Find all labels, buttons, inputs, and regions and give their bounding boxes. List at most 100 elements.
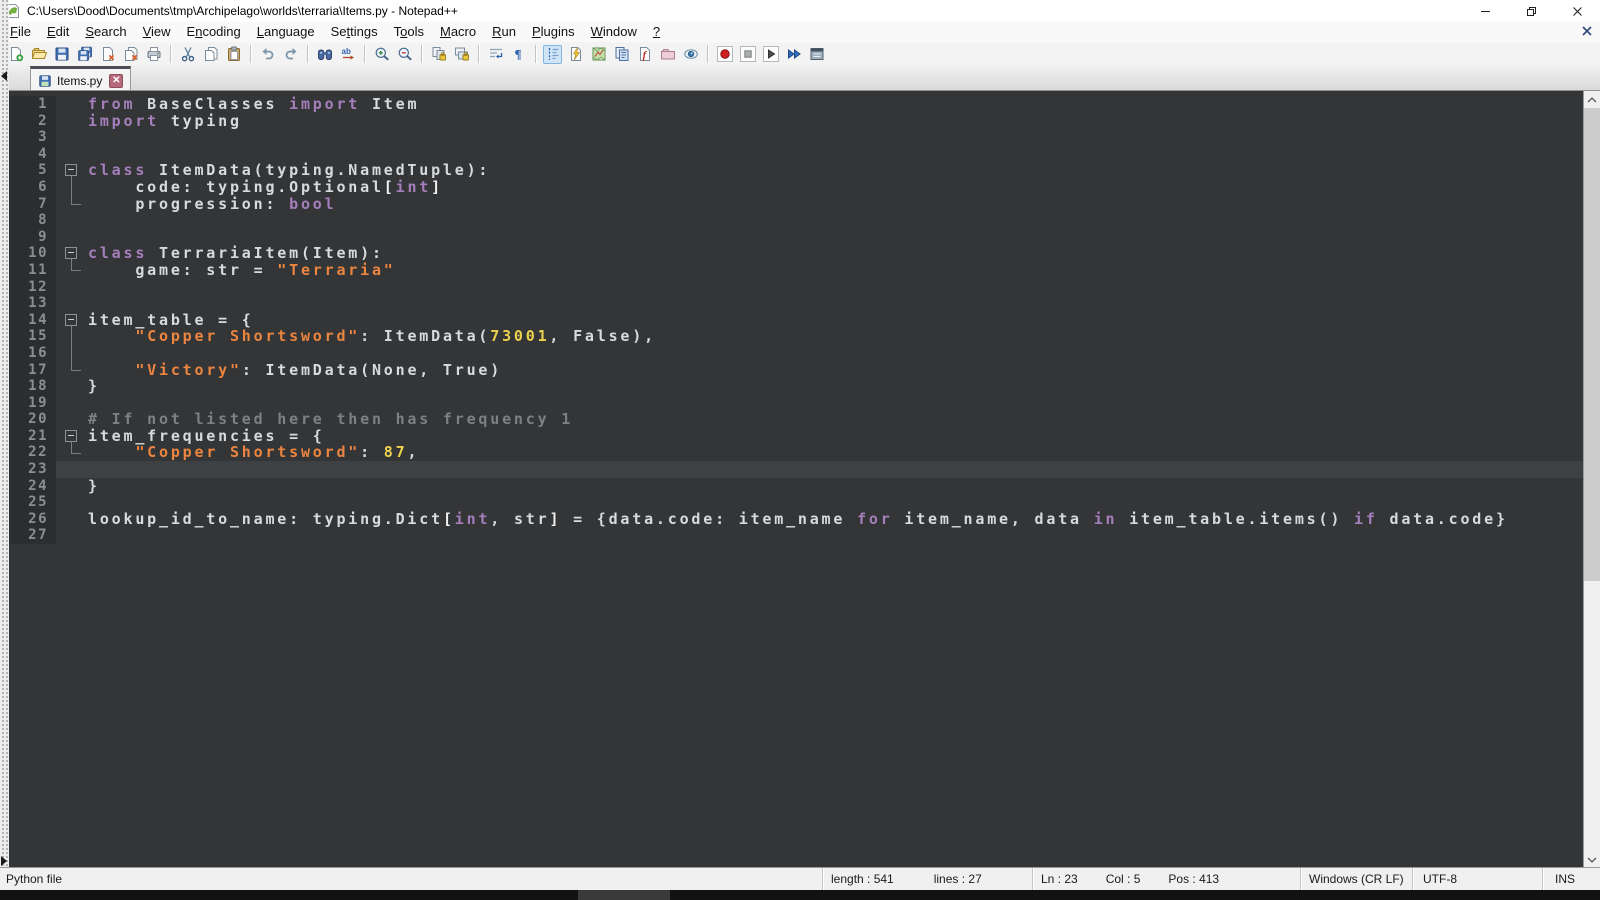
code-line-8[interactable]: 8 (9, 212, 1583, 229)
code-line-15[interactable]: 15 "Copper Shortsword": ItemData(73001, … (9, 328, 1583, 345)
code-line-13[interactable]: 13 (9, 295, 1583, 312)
macro-stop-icon[interactable] (738, 45, 757, 64)
show-indent-guide-icon[interactable] (543, 45, 562, 64)
macro-record-icon[interactable] (715, 45, 734, 64)
close-file-icon[interactable] (98, 45, 117, 64)
show-all-characters-icon[interactable]: ¶ (509, 45, 528, 64)
fold-collapse-icon[interactable] (65, 247, 77, 259)
document-close-icon[interactable] (1580, 24, 1594, 38)
fold-collapse-icon[interactable] (65, 164, 77, 176)
minimize-button[interactable] (1462, 0, 1508, 22)
find-icon[interactable] (315, 45, 334, 64)
code-line-27[interactable]: 27 (9, 527, 1583, 544)
line-number: 20 (9, 411, 56, 428)
fold-collapse-icon[interactable] (65, 314, 77, 326)
function-list-icon[interactable]: f (635, 45, 654, 64)
menu-encoding[interactable]: Encoding (179, 22, 249, 42)
code-line-5[interactable]: 5class ItemData(typing.NamedTuple): (9, 162, 1583, 179)
fold-margin-cell[interactable] (56, 312, 88, 329)
menu-window[interactable]: Window (583, 22, 645, 42)
zoom-in-icon[interactable] (372, 45, 391, 64)
code-line-7[interactable]: 7 progression: bool (9, 196, 1583, 213)
code-line-22[interactable]: 22 "Copper Shortsword": 87, (9, 444, 1583, 461)
close-button[interactable] (1554, 0, 1600, 22)
code-line-6[interactable]: 6 code: typing.Optional[int] (9, 179, 1583, 196)
code-line-11[interactable]: 11 game: str = "Terraria" (9, 262, 1583, 279)
paste-icon[interactable] (224, 45, 243, 64)
code-line-18[interactable]: 18} (9, 378, 1583, 395)
menu-view[interactable]: View (135, 22, 179, 42)
folder-as-workspace-icon[interactable] (658, 45, 677, 64)
document-list-icon[interactable] (612, 45, 631, 64)
macro-playback-icon[interactable] (761, 45, 780, 64)
fold-collapse-icon[interactable] (65, 430, 77, 442)
macro-run-multiple-icon[interactable] (784, 45, 803, 64)
grip-arrow-right-icon[interactable] (1, 856, 7, 866)
restore-button[interactable] (1508, 0, 1554, 22)
code-line-9[interactable]: 9 (9, 229, 1583, 246)
copy-icon[interactable] (201, 45, 220, 64)
scrollbar-thumb[interactable] (1584, 108, 1600, 581)
code-line-19[interactable]: 19 (9, 395, 1583, 412)
menu-edit[interactable]: Edit (39, 22, 77, 42)
toolbar-separator (478, 45, 479, 63)
replace-icon[interactable]: ab (338, 45, 357, 64)
close-all-icon[interactable] (121, 45, 140, 64)
scrollbar-up-icon[interactable] (1584, 91, 1600, 108)
editor-surface[interactable]: 1from BaseClasses import Item2import typ… (9, 91, 1583, 868)
menu-help[interactable]: ? (645, 22, 668, 42)
open-file-icon[interactable] (29, 45, 48, 64)
menu-settings[interactable]: Settings (323, 22, 386, 42)
sync-scroll-horizontal-icon[interactable] (452, 45, 471, 64)
code-line-10[interactable]: 10class TerrariaItem(Item): (9, 245, 1583, 262)
code-line-17[interactable]: 17 "Victory": ItemData(None, True) (9, 362, 1583, 379)
code-line-23[interactable]: 23 (9, 461, 1583, 478)
undo-icon[interactable] (258, 45, 277, 64)
fold-margin-cell[interactable] (56, 428, 88, 445)
fold-margin-cell (56, 328, 88, 345)
code-line-21[interactable]: 21item_frequencies = { (9, 428, 1583, 445)
save-file-icon[interactable] (52, 45, 71, 64)
fold-margin-cell (56, 345, 88, 362)
redo-icon[interactable] (281, 45, 300, 64)
fold-margin-cell (56, 196, 88, 213)
grip-arrow-left-icon[interactable] (1, 71, 7, 81)
code-line-3[interactable]: 3 (9, 129, 1583, 146)
vertical-scrollbar[interactable] (1583, 91, 1600, 868)
menu-run[interactable]: Run (484, 22, 524, 42)
cut-icon[interactable] (178, 45, 197, 64)
menu-macro[interactable]: Macro (432, 22, 484, 42)
code-line-24[interactable]: 24} (9, 478, 1583, 495)
code-line-16[interactable]: 16 (9, 345, 1583, 362)
code-line-14[interactable]: 14item_table = { (9, 312, 1583, 329)
document-map-icon[interactable] (589, 45, 608, 64)
code-line-1[interactable]: 1from BaseClasses import Item (9, 96, 1583, 113)
toolbar-separator (535, 45, 536, 63)
zoom-out-icon[interactable] (395, 45, 414, 64)
code-line-26[interactable]: 26lookup_id_to_name: typing.Dict[int, st… (9, 511, 1583, 528)
define-language-icon[interactable] (566, 45, 585, 64)
menu-language[interactable]: Language (249, 22, 323, 42)
fold-margin-cell (56, 478, 88, 495)
code-line-4[interactable]: 4 (9, 146, 1583, 163)
menu-plugins[interactable]: Plugins (524, 22, 583, 42)
scrollbar-down-icon[interactable] (1584, 851, 1600, 868)
code-line-2[interactable]: 2import typing (9, 113, 1583, 130)
toolbar-separator (421, 45, 422, 63)
word-wrap-icon[interactable] (486, 45, 505, 64)
macro-save-icon[interactable] (807, 45, 826, 64)
dock-grip[interactable] (0, 0, 9, 892)
monitoring-icon[interactable] (681, 45, 700, 64)
tab-close-icon[interactable]: ✕ (109, 74, 123, 88)
fold-margin-cell[interactable] (56, 162, 88, 179)
menu-search[interactable]: Search (77, 22, 134, 42)
print-icon[interactable] (144, 45, 163, 64)
code-line-20[interactable]: 20# If not listed here then has frequenc… (9, 411, 1583, 428)
tab-items-py[interactable]: Items.py ✕ (30, 66, 131, 92)
code-line-25[interactable]: 25 (9, 494, 1583, 511)
menu-tools[interactable]: Tools (386, 22, 432, 42)
fold-margin-cell[interactable] (56, 245, 88, 262)
sync-scroll-vertical-icon[interactable] (429, 45, 448, 64)
code-line-12[interactable]: 12 (9, 279, 1583, 296)
save-all-icon[interactable] (75, 45, 94, 64)
